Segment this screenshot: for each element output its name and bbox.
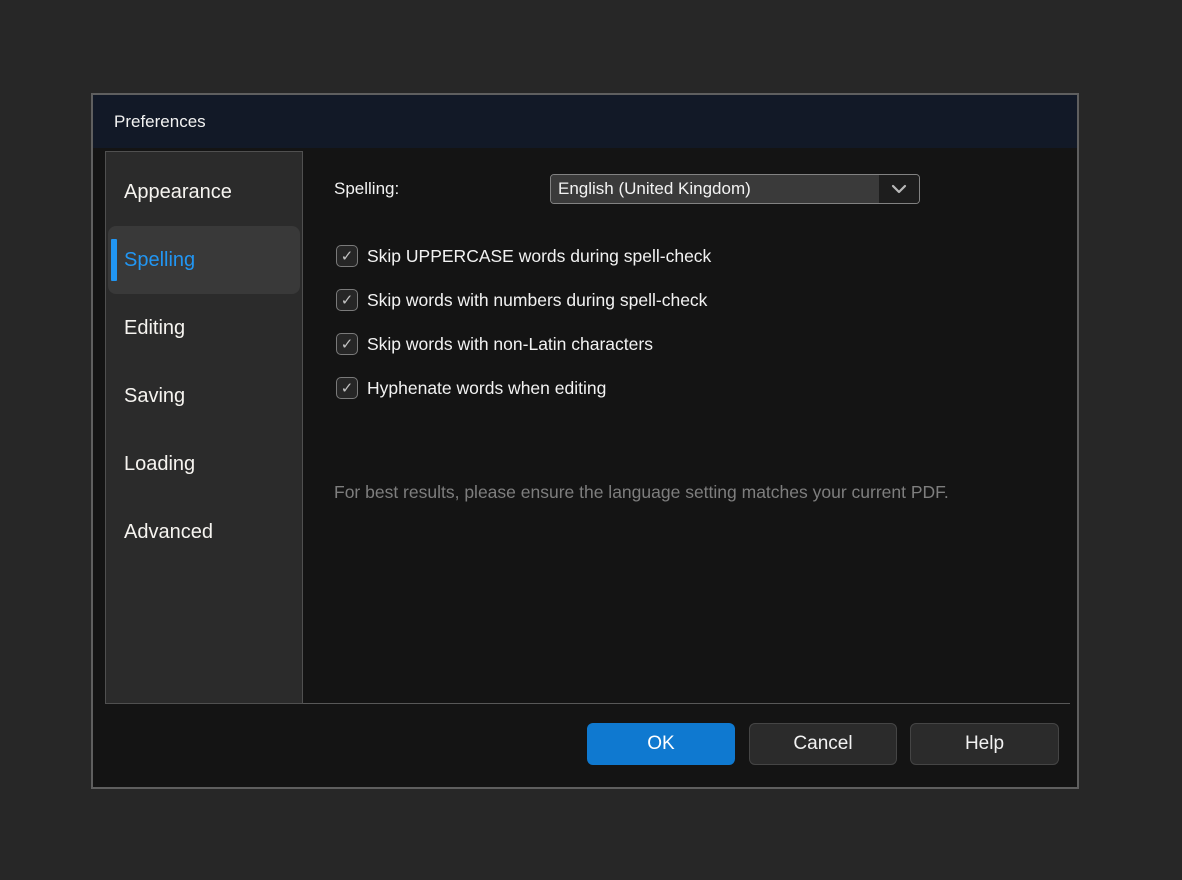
sidebar-item-label: Saving bbox=[124, 385, 185, 408]
checkbox-row-skip-uppercase[interactable]: ✓ Skip UPPERCASE words during spell-chec… bbox=[336, 245, 711, 267]
sidebar-item-label: Advanced bbox=[124, 521, 213, 544]
footer-separator bbox=[303, 703, 1070, 704]
language-row: Spelling: English (United Kingdom) bbox=[334, 174, 1067, 204]
dialog-title: Preferences bbox=[114, 112, 206, 132]
checkbox-label: Hyphenate words when editing bbox=[367, 378, 606, 399]
sidebar-item-editing[interactable]: Editing bbox=[108, 294, 300, 362]
checkbox-list: ✓ Skip UPPERCASE words during spell-chec… bbox=[336, 245, 711, 421]
dialog-titlebar: Preferences bbox=[93, 95, 1077, 148]
language-label: Spelling: bbox=[334, 179, 399, 199]
footer-buttons: OK Cancel Help bbox=[93, 723, 1077, 765]
checkbox-checked[interactable]: ✓ bbox=[336, 289, 358, 311]
check-icon: ✓ bbox=[341, 337, 354, 352]
language-dropdown-value: English (United Kingdom) bbox=[551, 175, 879, 203]
checkbox-label: Skip words with numbers during spell-che… bbox=[367, 290, 707, 311]
language-dropdown[interactable]: English (United Kingdom) bbox=[550, 174, 920, 204]
checkbox-label: Skip UPPERCASE words during spell-check bbox=[367, 246, 711, 267]
selected-accent-bar bbox=[111, 239, 117, 281]
check-icon: ✓ bbox=[341, 381, 354, 396]
sidebar-item-saving[interactable]: Saving bbox=[108, 362, 300, 430]
language-note: For best results, please ensure the lang… bbox=[334, 478, 994, 506]
ok-button[interactable]: OK bbox=[587, 723, 735, 765]
sidebar-item-spelling[interactable]: Spelling bbox=[108, 226, 300, 294]
help-button[interactable]: Help bbox=[910, 723, 1059, 765]
sidebar-item-label: Appearance bbox=[124, 181, 232, 204]
sidebar-item-label: Editing bbox=[124, 317, 185, 340]
cancel-button[interactable]: Cancel bbox=[749, 723, 897, 765]
sidebar-item-advanced[interactable]: Advanced bbox=[108, 498, 300, 566]
chevron-down-icon[interactable] bbox=[879, 175, 919, 203]
checkbox-checked[interactable]: ✓ bbox=[336, 377, 358, 399]
sidebar-item-label: Spelling bbox=[124, 249, 195, 272]
check-icon: ✓ bbox=[341, 249, 354, 264]
spelling-panel: Spelling: English (United Kingdom) ✓ Ski… bbox=[304, 151, 1067, 697]
checkbox-checked[interactable]: ✓ bbox=[336, 245, 358, 267]
checkbox-row-skip-numbers[interactable]: ✓ Skip words with numbers during spell-c… bbox=[336, 289, 711, 311]
preferences-dialog: Preferences Appearance Spelling Editing … bbox=[91, 93, 1079, 789]
checkbox-row-hyphenate[interactable]: ✓ Hyphenate words when editing bbox=[336, 377, 711, 399]
sidebar-item-loading[interactable]: Loading bbox=[108, 430, 300, 498]
checkbox-checked[interactable]: ✓ bbox=[336, 333, 358, 355]
checkbox-row-skip-nonlatin[interactable]: ✓ Skip words with non-Latin characters bbox=[336, 333, 711, 355]
sidebar: Appearance Spelling Editing Saving Loadi… bbox=[105, 151, 303, 704]
sidebar-item-appearance[interactable]: Appearance bbox=[108, 158, 300, 226]
check-icon: ✓ bbox=[341, 293, 354, 308]
sidebar-item-label: Loading bbox=[124, 453, 195, 476]
checkbox-label: Skip words with non-Latin characters bbox=[367, 334, 653, 355]
